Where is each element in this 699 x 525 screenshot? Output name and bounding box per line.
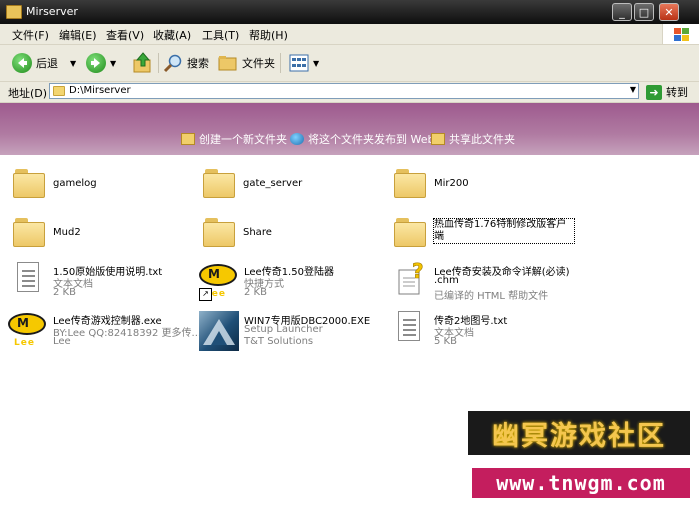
folders-icon xyxy=(218,56,237,71)
back-dropdown-icon[interactable]: ▼ xyxy=(70,59,76,68)
address-bar: 地址(D) D:\Mirserver ▼ ➜ 转到 xyxy=(0,82,699,103)
lee-logo-icon: M Lee xyxy=(8,311,48,351)
menu-bar: 文件(F) 编辑(E) 查看(V) 收藏(A) 工具(T) 帮助(H) xyxy=(0,24,699,45)
views-dropdown-icon[interactable]: ▼ xyxy=(313,59,319,68)
menu-favorites[interactable]: 收藏(A) xyxy=(153,27,191,43)
file-item[interactable]: WIN7专用版DBC2000.EXE Setup Launcher T&T So… xyxy=(199,311,384,357)
menu-tools[interactable]: 工具(T) xyxy=(202,27,239,43)
back-button[interactable]: 后退 ▼ xyxy=(12,51,76,75)
folders-label: 文件夹 xyxy=(242,57,275,70)
item-name-extension: .chm xyxy=(434,275,459,286)
item-name: 热血传奇1.76特制修改版客户端 xyxy=(433,218,575,244)
folder-item-client[interactable]: 热血传奇1.76特制修改版客户端 xyxy=(394,215,584,261)
chm-help-icon: ? xyxy=(398,262,424,295)
item-description: BY:Lee QQ:82418392 更多传... xyxy=(53,328,202,339)
folder-item-share[interactable]: Share xyxy=(203,215,383,261)
go-arrow-icon: ➜ xyxy=(646,84,662,100)
maximize-button[interactable]: □ xyxy=(634,3,654,21)
address-value: D:\Mirserver xyxy=(69,85,131,96)
folder-item-gamelog[interactable]: gamelog xyxy=(13,166,193,212)
folder-icon xyxy=(13,215,47,249)
file-item[interactable]: 1.50原始版使用说明.txt 文本文档 2 KB xyxy=(13,262,193,308)
folder-icon xyxy=(13,166,47,200)
task-new-folder[interactable]: 创建一个新文件夹 xyxy=(181,131,287,147)
window-title: Mirserver xyxy=(26,5,78,18)
back-arrow-icon xyxy=(12,53,32,73)
item-company: Lee xyxy=(53,336,71,347)
file-item[interactable]: M Lee Lee传奇游戏控制器.exe BY:Lee QQ:82418392 更… xyxy=(8,311,201,357)
folder-icon xyxy=(394,166,428,200)
go-label: 转到 xyxy=(666,86,688,99)
minimize-button[interactable]: _ xyxy=(612,3,632,21)
text-document-icon xyxy=(17,262,39,292)
item-size: 5 KB xyxy=(434,336,457,347)
address-input[interactable]: D:\Mirserver ▼ xyxy=(49,83,639,99)
menu-view[interactable]: 查看(V) xyxy=(106,27,144,43)
text-document-icon xyxy=(398,311,420,341)
file-item[interactable]: M Lee ↗ Lee传奇1.50登陆器 快捷方式 2 KB xyxy=(199,262,384,308)
item-description: Setup Launcher xyxy=(244,324,323,335)
up-folder-icon xyxy=(133,52,151,73)
search-button[interactable]: 搜索 xyxy=(163,51,209,75)
search-label: 搜索 xyxy=(187,57,209,70)
views-button[interactable]: ▼ xyxy=(289,51,319,75)
folder-item-gate-server[interactable]: gate_server xyxy=(203,166,383,212)
close-button[interactable]: ✕ xyxy=(659,3,679,21)
folder-icon xyxy=(6,5,22,19)
item-name: Share xyxy=(243,227,272,238)
file-item[interactable]: 传奇2地图号.txt 文本文档 5 KB xyxy=(394,311,584,357)
item-size: 2 KB xyxy=(244,287,267,298)
watermark-url: www.tnwgm.com xyxy=(470,466,692,500)
shortcut-arrow-icon: ↗ xyxy=(199,288,212,301)
folder-tasks-banner: 创建一个新文件夹 将这个文件夹发布到 Web 共享此文件夹 xyxy=(0,103,699,155)
task-share-folder[interactable]: 共享此文件夹 xyxy=(431,131,515,147)
globe-icon xyxy=(290,133,304,145)
address-label: 地址(D) xyxy=(8,87,48,100)
task-label: 创建一个新文件夹 xyxy=(199,133,287,146)
folders-button[interactable]: 文件夹 xyxy=(218,51,275,75)
folder-item-mud2[interactable]: Mud2 xyxy=(13,215,193,261)
search-icon xyxy=(163,54,182,73)
share-icon xyxy=(431,133,445,145)
menu-edit[interactable]: 编辑(E) xyxy=(59,27,97,43)
item-name: Mir200 xyxy=(434,178,469,189)
item-type: 已编译的 HTML 帮助文件 xyxy=(434,291,549,302)
forward-arrow-icon xyxy=(86,53,106,73)
task-publish-web[interactable]: 将这个文件夹发布到 Web xyxy=(290,131,434,147)
folder-icon xyxy=(394,215,428,249)
watermark-url-text: www.tnwgm.com xyxy=(496,471,666,495)
back-label: 后退 xyxy=(36,57,58,70)
title-bar[interactable]: Mirserver _ □ ✕ xyxy=(0,0,699,24)
address-dropdown-icon[interactable]: ▼ xyxy=(630,85,636,94)
folder-icon xyxy=(203,215,237,249)
setup-launcher-icon xyxy=(199,311,239,351)
windows-logo-icon xyxy=(662,24,699,44)
item-name: gamelog xyxy=(53,178,97,189)
item-name: gate_server xyxy=(243,178,303,189)
folder-icon xyxy=(203,166,237,200)
toolbar-separator xyxy=(158,53,159,73)
menu-file[interactable]: 文件(F) xyxy=(12,27,49,43)
folder-item-mir200[interactable]: Mir200 xyxy=(394,166,574,212)
item-size: 2 KB xyxy=(53,287,76,298)
folder-icon xyxy=(53,86,65,96)
file-item[interactable]: ? Lee传奇安装及命令详解(必读) .chm 已编译的 HTML 帮助文件 xyxy=(394,262,584,308)
new-folder-icon xyxy=(181,133,195,145)
menu-help[interactable]: 帮助(H) xyxy=(249,27,288,43)
toolbar-separator xyxy=(280,53,281,73)
toolbar: 后退 ▼ ▼ 搜索 文件夹 ▼ xyxy=(0,45,699,82)
svg-text:?: ? xyxy=(412,262,424,283)
views-icon xyxy=(289,54,309,72)
go-button[interactable]: ➜ 转到 xyxy=(646,84,688,100)
item-name: Mud2 xyxy=(53,227,81,238)
task-label: 将这个文件夹发布到 Web xyxy=(308,133,435,146)
item-company: T&T Solutions xyxy=(244,336,314,347)
watermark-text: 幽冥游戏社区 xyxy=(492,420,666,452)
lee-logo-shortcut-icon: M Lee ↗ xyxy=(199,262,239,302)
task-label: 共享此文件夹 xyxy=(449,133,515,146)
up-folder-button[interactable] xyxy=(132,51,154,75)
watermark-title: 幽冥游戏社区 xyxy=(466,409,692,457)
forward-button[interactable]: ▼ xyxy=(86,51,116,75)
forward-dropdown-icon[interactable]: ▼ xyxy=(110,59,116,68)
